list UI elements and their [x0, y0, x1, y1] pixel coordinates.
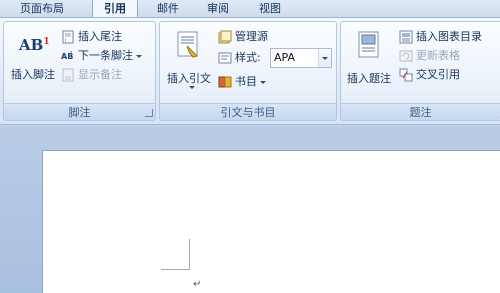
bibliography-button[interactable]: 书目: [218, 74, 266, 90]
tab-mailings[interactable]: 邮件: [150, 0, 186, 17]
group-captions: 插入题注 插入图表目录 更新表格 交叉引用 题注: [340, 21, 500, 121]
citation-style-select[interactable]: APA: [270, 48, 332, 68]
insert-endnote-label: 插入尾注: [78, 30, 122, 43]
bibliography-icon: [218, 75, 232, 89]
chevron-down-icon[interactable]: [136, 54, 142, 58]
style-icon: [218, 51, 232, 65]
chevron-down-icon[interactable]: [189, 86, 195, 89]
update-table-label: 更新表格: [416, 49, 460, 62]
update-table-icon: [399, 49, 413, 63]
insert-caption-icon: [357, 30, 381, 63]
insert-footnote-button[interactable]: AB1 插入脚注: [7, 30, 59, 92]
cross-reference-label: 交叉引用: [416, 68, 460, 81]
citation-style-value: APA: [274, 51, 295, 64]
group-footnotes: AB1 插入脚注 i 插入尾注 AB 1 下一条脚注 显示备注 脚注: [3, 21, 156, 121]
manage-sources-button[interactable]: 管理源: [218, 29, 268, 45]
next-footnote-icon: AB 1: [61, 49, 75, 63]
tab-view[interactable]: 视图: [252, 0, 288, 17]
style-label-text: 样式:: [235, 51, 261, 64]
insert-citation-icon: [175, 30, 203, 63]
chevron-down-icon[interactable]: [318, 49, 331, 67]
paragraph-mark: ↵: [193, 279, 202, 290]
style-label: 样式:: [218, 50, 261, 66]
document-workspace: ↵: [0, 126, 500, 293]
svg-text:i: i: [65, 38, 66, 44]
margin-corner-mark: [189, 239, 190, 269]
margin-corner-mark: [161, 269, 190, 270]
table-of-figures-icon: [399, 30, 413, 44]
insert-table-of-figures-label: 插入图表目录: [416, 30, 482, 43]
insert-endnote-button[interactable]: i 插入尾注: [61, 29, 122, 45]
ribbon-tab-strip: 页面布局 引用 邮件 审阅 视图: [0, 0, 500, 19]
manage-sources-icon: [218, 30, 232, 44]
insert-citation-button[interactable]: 插入引文: [162, 28, 216, 98]
chevron-down-icon[interactable]: [260, 80, 266, 84]
tab-review[interactable]: 审阅: [200, 0, 236, 17]
group-citations-bibliography: 插入引文 管理源 样式: 书目 引文与书目: [159, 21, 337, 121]
next-footnote-label: 下一条脚注: [78, 49, 133, 62]
svg-text:1: 1: [70, 51, 73, 57]
group-captions-label: 题注: [341, 103, 500, 120]
next-footnote-button[interactable]: AB 1 下一条脚注: [61, 48, 142, 64]
insert-caption-button[interactable]: 插入题注: [343, 28, 395, 88]
update-table-button[interactable]: 更新表格: [399, 48, 460, 64]
insert-table-of-figures-button[interactable]: 插入图表目录: [399, 29, 482, 45]
ribbon: AB1 插入脚注 i 插入尾注 AB 1 下一条脚注 显示备注 脚注 插入引文 …: [0, 17, 500, 125]
dialog-launcher-icon[interactable]: [145, 109, 153, 117]
bibliography-label: 书目: [235, 75, 257, 88]
show-notes-button[interactable]: 显示备注: [61, 67, 122, 83]
group-footnotes-label: 脚注: [4, 103, 155, 120]
show-notes-label: 显示备注: [78, 68, 122, 81]
cross-reference-icon: [399, 68, 413, 82]
insert-citation-label: 插入引文: [167, 72, 211, 85]
footnote-ab-icon: AB1: [19, 36, 50, 54]
show-notes-icon: [61, 68, 75, 82]
tab-page-layout[interactable]: 页面布局: [14, 0, 70, 17]
insert-caption-label: 插入题注: [347, 72, 391, 85]
insert-footnote-label: 插入脚注: [11, 68, 55, 81]
manage-sources-label: 管理源: [235, 30, 268, 43]
document-page[interactable]: ↵: [42, 150, 500, 293]
endnote-icon: i: [61, 30, 75, 44]
group-citations-label: 引文与书目: [160, 103, 336, 120]
cross-reference-button[interactable]: 交叉引用: [399, 67, 460, 83]
